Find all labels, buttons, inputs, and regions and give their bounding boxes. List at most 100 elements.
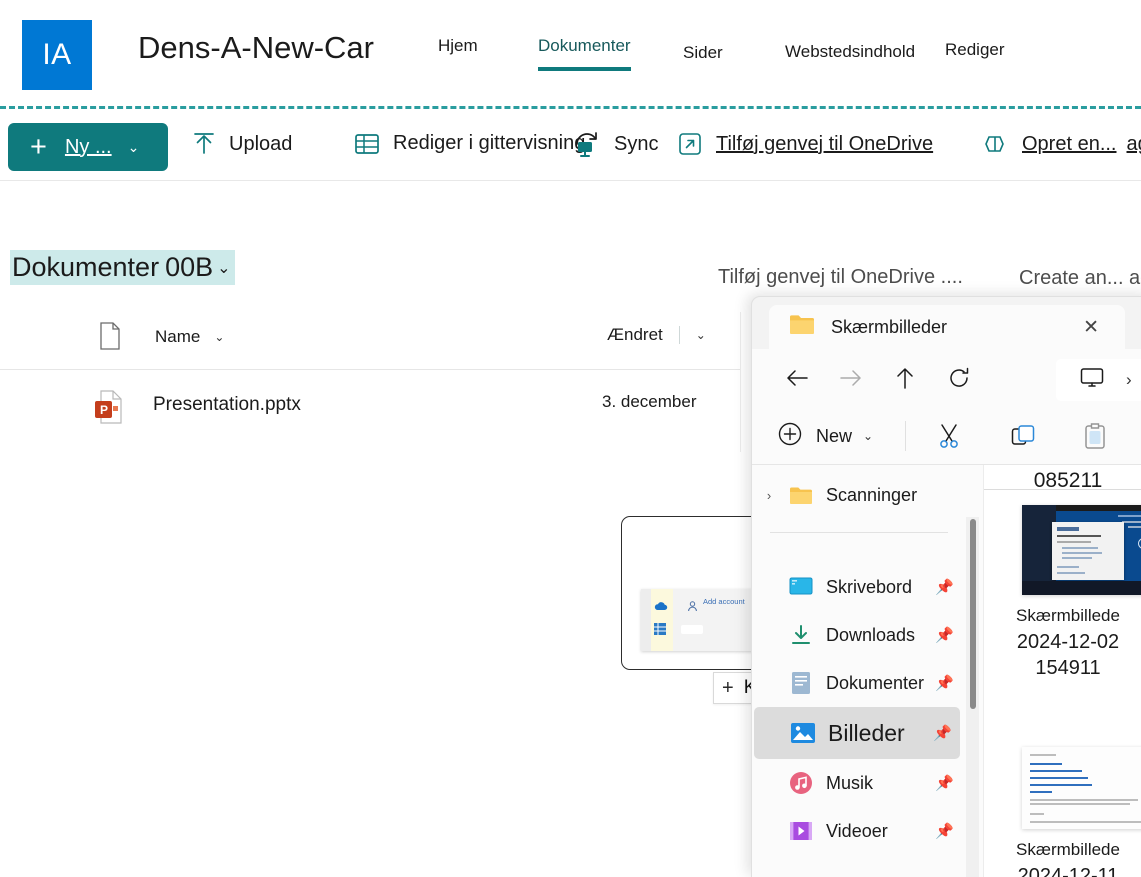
nav-item-rediger[interactable]: Rediger <box>945 40 1005 66</box>
new-button-label: New <box>816 426 852 447</box>
sidebar-item-musik[interactable]: Musik 📌 <box>752 759 962 807</box>
list-item[interactable]: Skærmbillede 2024-12-02 154911 <box>984 505 1141 725</box>
sidebar-divider <box>770 532 948 533</box>
list-header-divider <box>0 369 741 370</box>
add-shortcut-to-onedrive-button[interactable]: Tilføj genvej til OneDrive <box>678 132 933 156</box>
column-header-name[interactable]: Name ⌄ <box>155 327 224 347</box>
pin-icon[interactable]: 📌 <box>935 626 954 644</box>
chevron-down-icon: ⌄ <box>696 328 706 342</box>
library-header[interactable]: Dokumenter 00B ⌄ <box>10 250 235 285</box>
library-title: Dokumenter <box>10 250 161 285</box>
sidebar-scrollbar[interactable] <box>966 517 979 877</box>
explorer-tab-strip: Skærmbilleder ✕ <box>752 297 1141 343</box>
file-name-line-2: 2024-12-11 <box>984 863 1141 877</box>
new-button[interactable]: + Ny ... ⌄ <box>8 123 168 171</box>
sidebar-item-downloads[interactable]: Downloads 📌 <box>752 611 962 659</box>
pin-icon[interactable]: 📌 <box>935 674 954 692</box>
close-icon[interactable]: ✕ <box>1083 316 1099 339</box>
sync-button[interactable]: Sync <box>572 130 658 158</box>
sidebar-scrollbar-thumb[interactable] <box>970 519 976 709</box>
pin-icon[interactable]: 📌 <box>933 724 952 742</box>
nav-item-webstedsindhold[interactable]: Webstedsindhold <box>785 42 915 68</box>
new-button[interactable]: New ⌄ <box>778 422 873 451</box>
thumbnail-text-line <box>1030 791 1052 793</box>
edit-in-grid-view-button[interactable]: Rediger i gittervisning <box>355 132 585 155</box>
sidebar-item-label: Billeder <box>828 720 905 747</box>
file-name-line-1: Skærmbillede <box>984 837 1141 863</box>
thumbnail-dialog <box>1052 522 1124 580</box>
create-an-agent-label: Opret en... <box>1022 133 1117 156</box>
create-an-agent-suffix: age <box>1127 133 1141 156</box>
content-divider <box>984 489 1141 490</box>
command-toolbar: + Ny ... ⌄ Upload Rediger i gittervisnin… <box>0 118 1141 180</box>
add-account-label: Add account <box>703 597 745 606</box>
plus-icon: + <box>30 133 47 162</box>
upload-label: Upload <box>229 133 292 156</box>
agent-icon <box>982 132 1008 156</box>
thumbnail-text-line <box>1057 535 1101 537</box>
nav-item-dokumenter[interactable]: Dokumenter <box>538 36 631 62</box>
sidebar-item-scanninger[interactable]: › Scanninger <box>752 471 962 519</box>
thumbnail-text-line <box>1030 784 1092 786</box>
grid-icon <box>355 133 379 155</box>
grid-icon <box>654 622 666 640</box>
thumbnail-text-line <box>1062 557 1092 559</box>
copy-icon[interactable] <box>1002 417 1044 455</box>
explorer-sidebar: › Scanninger Skrivebord 📌 <box>752 465 982 877</box>
onedrive-ghost-text: Tilføj genvej til OneDrive .... <box>718 266 963 289</box>
external-link-icon <box>678 132 702 156</box>
sidebar-item-dokumenter[interactable]: Dokumenter 📌 <box>752 659 962 707</box>
thumbnail-text-line <box>1057 541 1091 543</box>
file-caption: Skærmbillede 2024-12-02 154911 <box>984 603 1141 681</box>
explorer-content-pane: 085211 <box>984 465 1141 877</box>
up-button[interactable] <box>878 358 932 398</box>
create-an-agent-button[interactable]: Opret en... age <box>982 132 1141 156</box>
sidebar-item-videoer[interactable]: Videoer 📌 <box>752 807 962 855</box>
column-header-name-label: Name <box>155 327 200 347</box>
folder-icon <box>786 486 816 505</box>
nav-item-hjem[interactable]: Hjem <box>438 36 478 62</box>
chevron-down-icon: ⌄ <box>128 139 140 156</box>
library-size[interactable]: 00B ⌄ <box>161 250 234 285</box>
thumbnail-taskbar <box>1022 581 1141 595</box>
column-header-modified[interactable]: Ændret ⌄ <box>607 325 706 345</box>
cut-icon[interactable] <box>928 417 970 455</box>
file-name-line-3: 154911 <box>984 655 1141 681</box>
sidebar-item-skrivebord[interactable]: Skrivebord 📌 <box>752 563 962 611</box>
sidebar-item-label: Skrivebord <box>826 577 912 598</box>
refresh-button[interactable] <box>932 358 986 398</box>
sidebar-item-label: Musik <box>826 773 873 794</box>
explorer-tab[interactable]: Skærmbilleder ✕ <box>769 305 1125 349</box>
site-logo: IA <box>22 20 92 90</box>
file-name[interactable]: Presentation.pptx <box>153 394 301 416</box>
svg-text:P: P <box>100 403 108 417</box>
thumbnail-text-line <box>1030 799 1138 801</box>
list-item[interactable]: Skærmbillede 2024-12-11 <box>984 747 1141 877</box>
file-name-line-1: Skærmbillede <box>984 603 1141 629</box>
pin-icon[interactable]: 📌 <box>935 578 954 596</box>
thumbnail-text-line <box>1030 770 1082 772</box>
videos-icon <box>786 820 816 842</box>
sidebar-item-billeder[interactable]: Billeder 📌 <box>754 707 960 759</box>
chevron-right-icon[interactable]: › <box>1126 370 1132 390</box>
person-icon <box>687 599 698 617</box>
powerpoint-file-icon: P <box>94 390 124 429</box>
drag-preview-thumbnail: Add account <box>621 516 771 670</box>
pin-icon[interactable]: 📌 <box>935 822 954 840</box>
file-thumbnail <box>1022 505 1141 595</box>
chevron-right-icon[interactable]: › <box>752 488 786 503</box>
pin-icon[interactable]: 📌 <box>935 774 954 792</box>
library-size-value: 00B <box>165 252 213 283</box>
edit-in-grid-view-label: Rediger i gittervisning <box>393 132 585 155</box>
explorer-command-bar: New ⌄ <box>752 407 1141 465</box>
thumbnail-text-line <box>1030 763 1062 765</box>
site-header: IA Dens-A-New-Car Hjem Dokumenter Sider … <box>0 0 1141 108</box>
back-button[interactable] <box>770 358 824 398</box>
sidebar-item-label: Dokumenter <box>826 673 924 694</box>
thumbnail-text-line <box>1122 521 1141 523</box>
cloud-icon <box>654 598 668 616</box>
upload-button[interactable]: Upload <box>193 132 292 156</box>
nav-item-sider[interactable]: Sider <box>683 43 723 69</box>
folder-icon <box>789 314 815 340</box>
address-bar[interactable]: › <box>1056 359 1141 401</box>
